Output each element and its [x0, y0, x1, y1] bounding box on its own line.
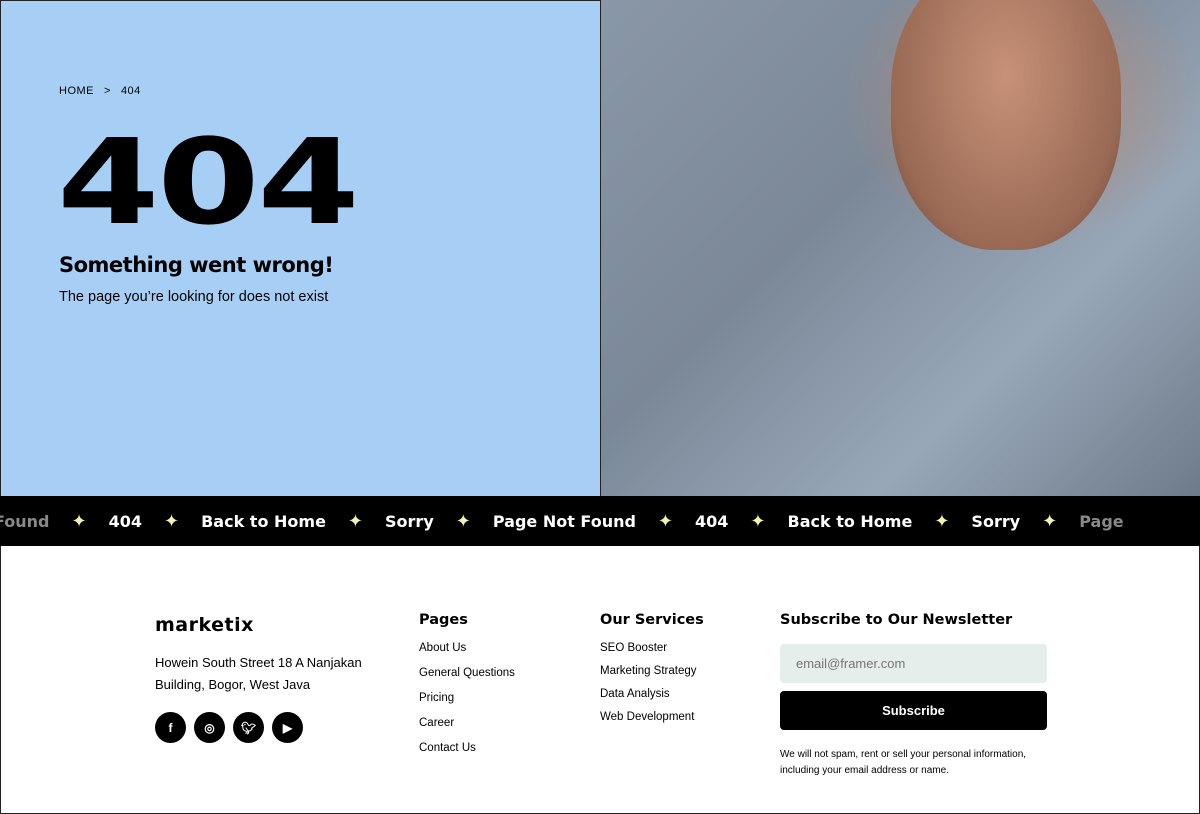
hero-photo [601, 0, 1200, 496]
marquee-banner: Found ✦ 404 ✦ Back to Home ✦ Sorry ✦ Page Not Fo… [0, 496, 1200, 546]
link-pricing[interactable]: Pricing [419, 692, 515, 704]
marquee-item: 404 [695, 511, 729, 531]
breadcrumb: HOME > 404 [59, 85, 141, 97]
marquee-item: Back to Home [787, 511, 913, 531]
newsletter-title: Subscribe to Our Newsletter [780, 612, 1013, 628]
star-icon: ✦ [1042, 510, 1058, 532]
newsletter: Subscribe to Our Newsletter Subscribe We… [780, 612, 1047, 779]
pages-title: Pages [419, 612, 468, 628]
pages-column: Pages About Us General Questions Pricing… [419, 612, 515, 767]
marquee-item: Page Not Found [492, 511, 636, 531]
link-about-us[interactable]: About Us [419, 642, 515, 654]
marquee-item: Sorry [971, 511, 1021, 531]
link-general-questions[interactable]: General Questions [419, 667, 515, 679]
services-title: Our Services [600, 612, 704, 628]
subscribe-button[interactable]: Subscribe [780, 691, 1047, 730]
marquee-item: 404 [108, 511, 143, 531]
star-icon: ✦ [750, 510, 766, 532]
error-subtitle: The page you’re looking for does not exi… [59, 289, 329, 305]
link-web-development[interactable]: Web Development [600, 711, 704, 723]
marquee-item: Back to Home [201, 511, 326, 531]
error-panel: HOME > 404 404 Something went wrong! The… [0, 0, 601, 496]
star-icon: ✦ [347, 510, 364, 532]
link-marketing-strategy[interactable]: Marketing Strategy [600, 665, 704, 677]
instagram-icon[interactable]: ◎ [194, 712, 225, 743]
marquee-item: Sorry [385, 511, 434, 531]
youtube-icon[interactable]: ▶ [272, 712, 303, 743]
social-links: f ◎ 🐦︎ ▶ [155, 712, 303, 743]
photo-face [891, 0, 1121, 250]
marquee-item: Page [1079, 511, 1124, 531]
star-icon: ✦ [455, 510, 471, 532]
newsletter-note: We will not spam, rent or sell your pers… [780, 749, 1027, 776]
link-contact-us[interactable]: Contact Us [419, 742, 515, 754]
hero: HOME > 404 404 Something went wrong! The… [0, 0, 1200, 496]
star-icon: ✦ [657, 510, 674, 532]
footer-address: Howein South Street 18 A Nanjakan Buildi… [155, 655, 362, 692]
footer: marketix Howein South Street 18 A Nanjak… [0, 546, 1200, 814]
footer-logo[interactable]: marketix [155, 614, 254, 636]
link-seo-booster[interactable]: SEO Booster [600, 642, 704, 654]
link-data-analysis[interactable]: Data Analysis [600, 688, 704, 700]
error-title: Something went wrong! [59, 253, 334, 277]
link-career[interactable]: Career [419, 717, 515, 729]
breadcrumb-home[interactable]: HOME [59, 85, 94, 97]
breadcrumb-current: 404 [120, 85, 141, 97]
marquee-item: Found [0, 511, 50, 531]
email-input[interactable] [780, 644, 1047, 683]
error-code: 404 [57, 113, 360, 251]
star-icon: ✦ [164, 510, 180, 532]
services-column: Our Services SEO Booster Marketing Strat… [600, 612, 704, 734]
facebook-icon[interactable]: f [155, 712, 186, 743]
star-icon: ✦ [934, 510, 950, 532]
twitter-icon[interactable]: 🐦︎ [233, 712, 264, 743]
star-icon: ✦ [71, 510, 87, 532]
breadcrumb-separator: > [104, 85, 111, 97]
